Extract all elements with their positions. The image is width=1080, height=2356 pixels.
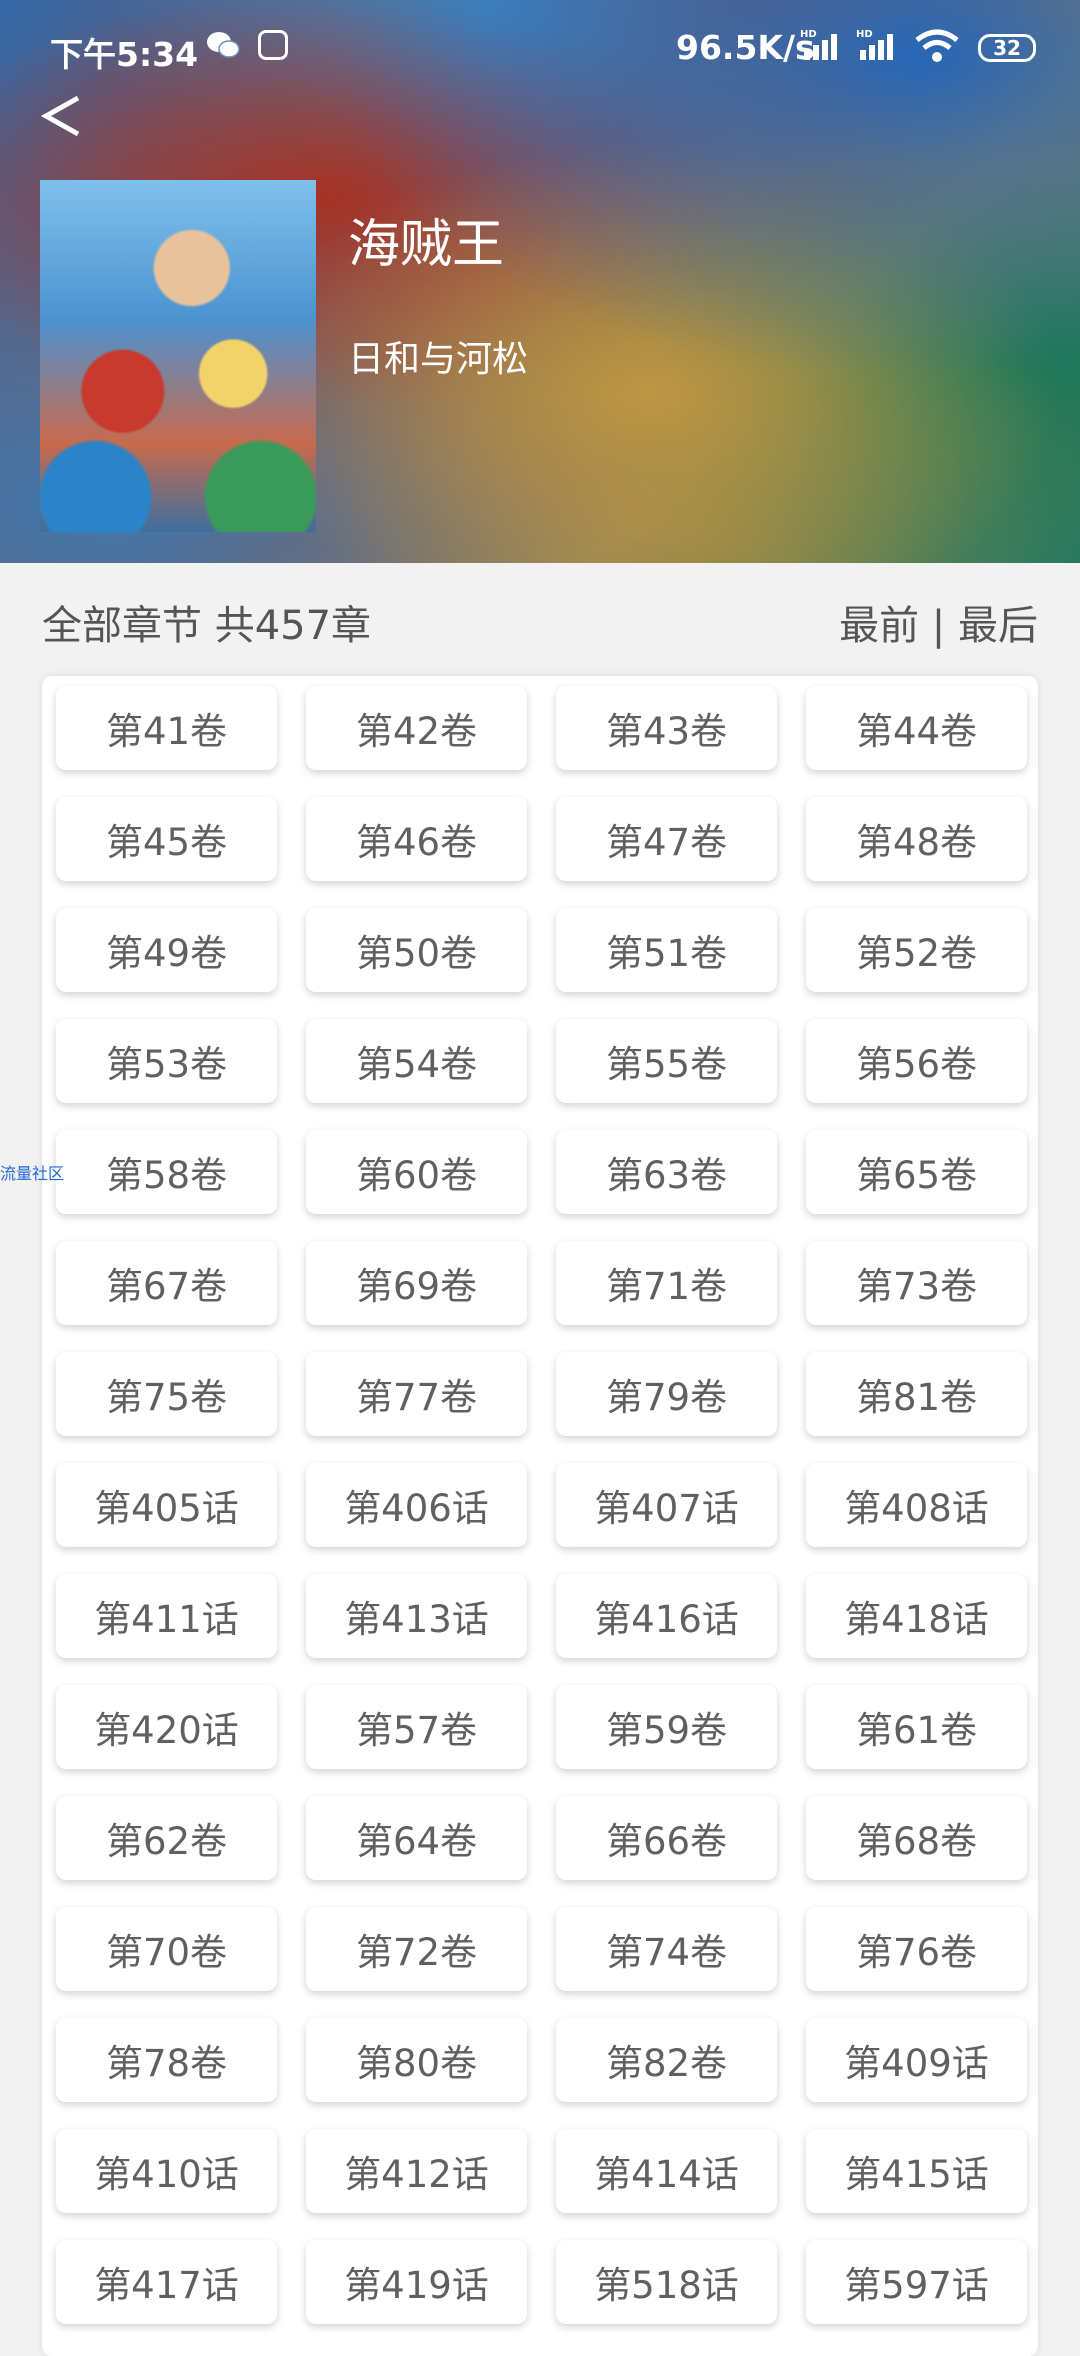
chapter-button[interactable]: 第78卷 (56, 2018, 277, 2102)
chapter-button[interactable]: 第405话 (56, 1463, 277, 1547)
chapter-button[interactable]: 第57卷 (306, 1685, 527, 1769)
chapters-count-title: 全部章节 共457章 (42, 603, 372, 649)
chapter-button[interactable]: 第414话 (556, 2129, 777, 2213)
chapter-button[interactable]: 第410话 (56, 2129, 277, 2213)
chapter-button[interactable]: 第67卷 (56, 1241, 277, 1325)
chapter-button[interactable]: 第43卷 (556, 686, 777, 770)
chapter-button[interactable]: 第59卷 (556, 1685, 777, 1769)
chapter-button[interactable]: 第419话 (306, 2240, 527, 2324)
status-time: 下午5:34 (50, 35, 199, 74)
chapter-button[interactable]: 第69卷 (306, 1241, 527, 1325)
chapter-button[interactable]: 第72卷 (306, 1907, 527, 1991)
chapter-button[interactable]: 第77卷 (306, 1352, 527, 1436)
chapter-grid: 第41卷 第42卷 第43卷 第44卷第45卷 第46卷 第47卷 第48卷第49卷 第50卷… (56, 686, 1027, 2324)
chapter-button[interactable]: 第61卷 (806, 1685, 1027, 1769)
wifi-icon (915, 29, 959, 62)
chapter-button[interactable]: 第58卷 (56, 1130, 277, 1214)
chapter-button[interactable]: 第63卷 (556, 1130, 777, 1214)
chapter-button[interactable]: 第41卷 (56, 686, 277, 770)
chapter-button[interactable]: 第79卷 (556, 1352, 777, 1436)
comic-title: 海贼王 (348, 215, 505, 275)
chapter-button[interactable]: 第408话 (806, 1463, 1027, 1547)
chapter-button[interactable]: 第411话 (56, 1574, 277, 1658)
comic-header: 下午5:34 96.5K/s HD HD 32 海贼王 日和与河松 (0, 0, 1080, 563)
chapter-button[interactable]: 第47卷 (556, 797, 777, 881)
comic-cover-image (40, 180, 316, 532)
chapter-button[interactable]: 第415话 (806, 2129, 1027, 2213)
chapter-button[interactable]: 第412话 (306, 2129, 527, 2213)
status-bar: 下午5:34 96.5K/s HD HD 32 (0, 0, 1080, 96)
chapter-button[interactable]: 第74卷 (556, 1907, 777, 1991)
chapter-button[interactable]: 第50卷 (306, 908, 527, 992)
chapter-button[interactable]: 第46卷 (306, 797, 527, 881)
wechat-icon (207, 32, 240, 58)
chapter-button[interactable]: 第81卷 (806, 1352, 1027, 1436)
chapter-button[interactable]: 第60卷 (306, 1130, 527, 1214)
side-floating-tag[interactable]: 流量社区 (0, 1160, 64, 1184)
chapter-button[interactable]: 第48卷 (806, 797, 1027, 881)
chapter-button[interactable]: 第82卷 (556, 2018, 777, 2102)
chapter-button[interactable]: 第49卷 (56, 908, 277, 992)
chapter-button[interactable]: 第420话 (56, 1685, 277, 1769)
signal-hd-icon: HD (800, 29, 837, 60)
chapter-button[interactable]: 第44卷 (806, 686, 1027, 770)
chapter-button[interactable]: 第417话 (56, 2240, 277, 2324)
chapters-header: 全部章节 共457章 最前 | 最后 (0, 563, 1080, 673)
comic-author: 日和与河松 (348, 339, 529, 380)
chapter-button[interactable]: 第51卷 (556, 908, 777, 992)
chapter-button[interactable]: 第68卷 (806, 1796, 1027, 1880)
chapter-button[interactable]: 第76卷 (806, 1907, 1027, 1991)
app-notification-icon (258, 30, 288, 60)
chapter-button[interactable]: 第406话 (306, 1463, 527, 1547)
sort-first-last-toggle[interactable]: 最前 | 最后 (839, 593, 1038, 651)
chapter-button[interactable]: 第518话 (556, 2240, 777, 2324)
chapter-button[interactable]: 第75卷 (56, 1352, 277, 1436)
chapter-button[interactable]: 第54卷 (306, 1019, 527, 1103)
battery-icon: 32 (978, 34, 1036, 62)
chapter-button[interactable]: 第416话 (556, 1574, 777, 1658)
chapter-button[interactable]: 第45卷 (56, 797, 277, 881)
chapter-list: 第41卷 第42卷 第43卷 第44卷第45卷 第46卷 第47卷 第48卷第49卷 第50卷… (42, 676, 1038, 2356)
signal-hd-icon-2: HD (856, 29, 893, 60)
svg-text:HD: HD (856, 29, 873, 40)
chapter-button[interactable]: 第418话 (806, 1574, 1027, 1658)
chapter-button[interactable]: 第73卷 (806, 1241, 1027, 1325)
back-button[interactable] (36, 88, 96, 148)
chapter-button[interactable]: 第42卷 (306, 686, 527, 770)
chapter-button[interactable]: 第53卷 (56, 1019, 277, 1103)
chapter-button[interactable]: 第62卷 (56, 1796, 277, 1880)
chapter-button[interactable]: 第597话 (806, 2240, 1027, 2324)
chapter-button[interactable]: 第52卷 (806, 908, 1027, 992)
chapter-button[interactable]: 第66卷 (556, 1796, 777, 1880)
chapter-button[interactable]: 第71卷 (556, 1241, 777, 1325)
chapter-button[interactable]: 第413话 (306, 1574, 527, 1658)
svg-text:HD: HD (800, 29, 817, 40)
chapter-button[interactable]: 第64卷 (306, 1796, 527, 1880)
chapter-button[interactable]: 第55卷 (556, 1019, 777, 1103)
chapter-button[interactable]: 第70卷 (56, 1907, 277, 1991)
network-speed: 96.5K/s (676, 28, 815, 67)
chapter-button[interactable]: 第409话 (806, 2018, 1027, 2102)
chapter-button[interactable]: 第80卷 (306, 2018, 527, 2102)
chapter-button[interactable]: 第65卷 (806, 1130, 1027, 1214)
chapter-button[interactable]: 第407话 (556, 1463, 777, 1547)
chapter-button[interactable]: 第56卷 (806, 1019, 1027, 1103)
